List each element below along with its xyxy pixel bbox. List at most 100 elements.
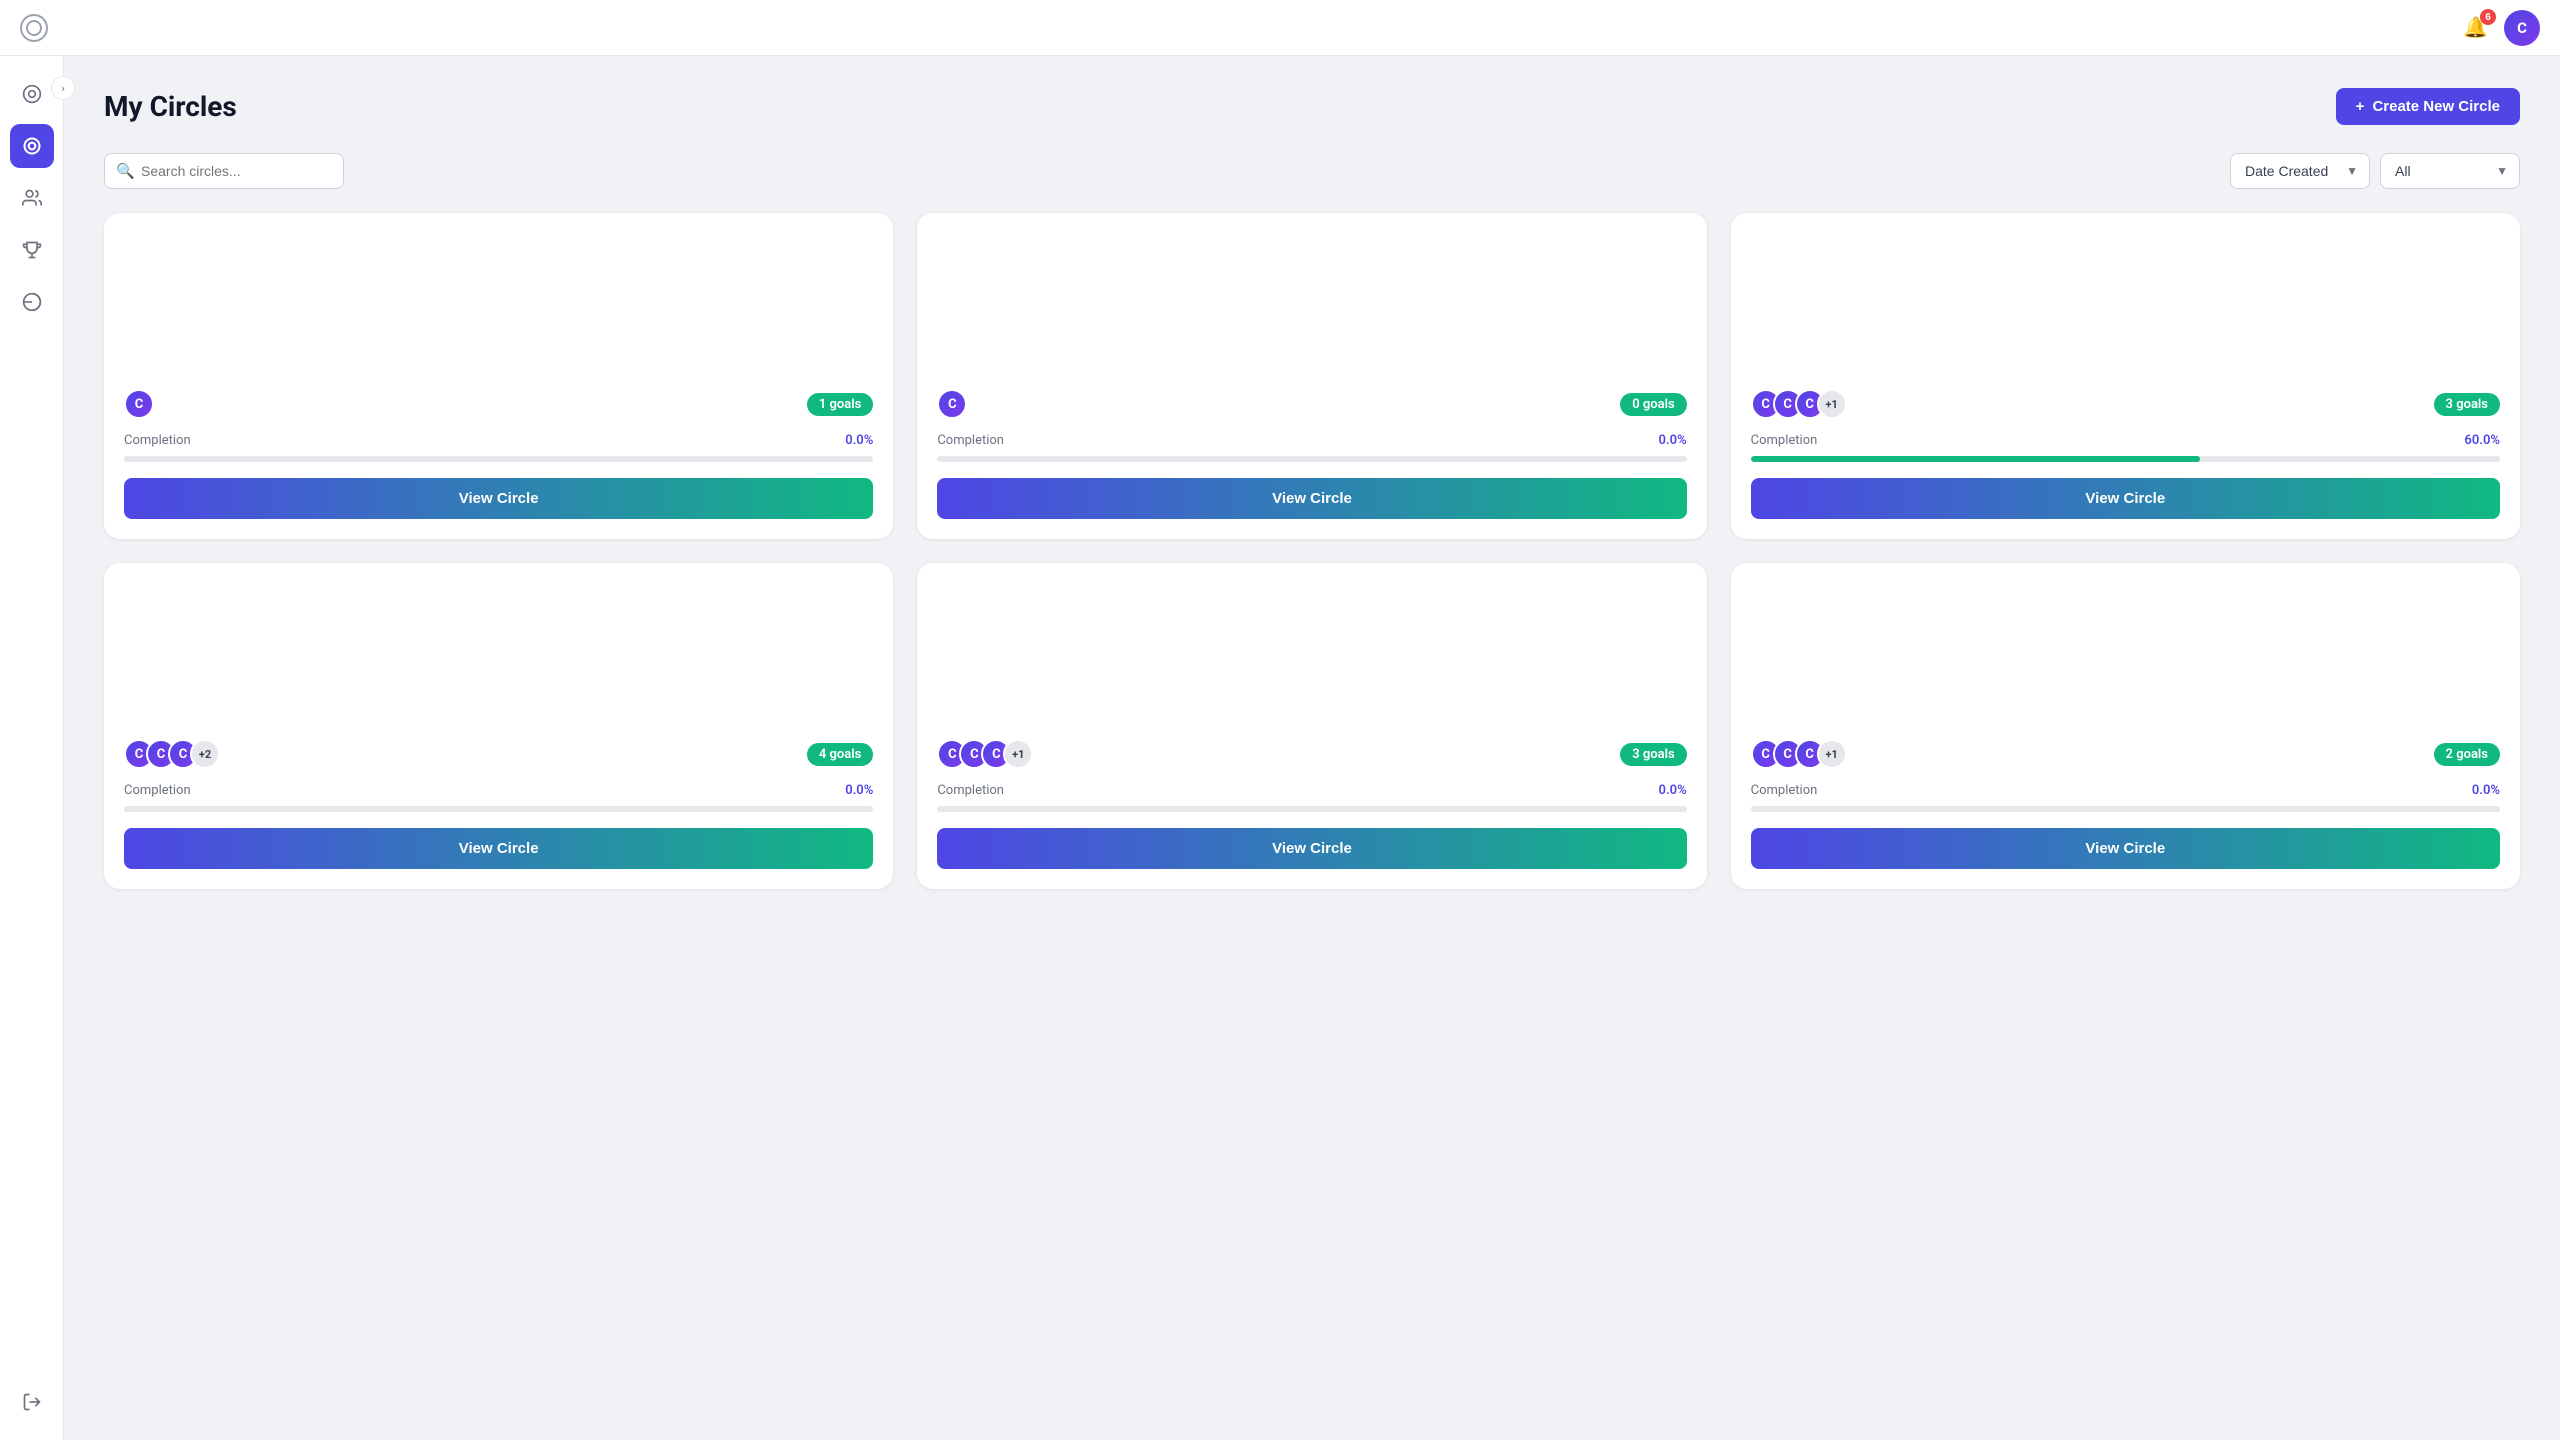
circle-card: ⋮ Electronics Assembly Team First shift … [1731, 563, 2520, 889]
view-circle-button[interactable]: View Circle [937, 828, 1686, 869]
completion-row: Completion 0.0% [937, 433, 1686, 448]
filter-select-wrapper: All Active Archived ▼ [2380, 153, 2520, 189]
card-body: CCC+1 3 goals Completion 60.0% View Circ… [1731, 373, 2520, 539]
completion-value: 0.0% [845, 783, 873, 798]
avatar-count: +2 [190, 739, 220, 769]
card-title: Maintenance and Repairs Te... [124, 655, 873, 679]
app-logo [20, 14, 48, 42]
card-header: ⋮ QC Team First shift quality control te… [917, 563, 1706, 723]
completion-value: 0.0% [1659, 433, 1687, 448]
search-input[interactable] [104, 153, 344, 189]
avatar: C [124, 389, 154, 419]
completion-row: Completion 0.0% [1751, 783, 2500, 798]
card-body: CCC+2 4 goals Completion 0.0% View Circl… [104, 723, 893, 889]
page-header: My Circles + Create New Circle [104, 88, 2520, 125]
goals-badge: 1 goals [807, 393, 873, 416]
card-body: C 1 goals Completion 0.0% View Circle [104, 373, 893, 539]
filter-select[interactable]: All Active Archived [2380, 153, 2520, 189]
avatars-row: C [937, 389, 967, 419]
progress-bar-background [1751, 806, 2500, 812]
topbar: 6 🔔 C [0, 0, 2560, 56]
completion-value: 0.0% [2472, 783, 2500, 798]
view-circle-button[interactable]: View Circle [1751, 478, 2500, 519]
sidebar-toggle[interactable]: › [51, 76, 75, 100]
card-title: Prototype Run [124, 305, 873, 329]
card-title: QC Team [937, 655, 1686, 679]
sidebar-item-circles[interactable] [10, 124, 54, 168]
completion-row: Completion 60.0% [1751, 433, 2500, 448]
card-meta: CCC+1 3 goals [937, 739, 1686, 769]
circle-card: ⋮ Maintenance and Repairs Te... Ensures … [104, 563, 893, 889]
avatars-row: CCC+1 [937, 739, 1033, 769]
goals-badge: 2 goals [2434, 743, 2500, 766]
card-header: ⋮ Electronics Assembly Team First shift … [1731, 563, 2520, 723]
completion-row: Completion 0.0% [124, 433, 873, 448]
filter-row: 🔍 Date Created Name Completion ▼ All Act… [104, 153, 2520, 189]
completion-label: Completion [937, 783, 1004, 798]
circle-card: ⋮ Prototype Run Prototype run of our wid… [104, 213, 893, 539]
card-description: Ensures all equipment and machinery are … [124, 685, 873, 703]
view-circle-button[interactable]: View Circle [124, 828, 873, 869]
sidebar-item-people[interactable] [10, 176, 54, 220]
card-meta: CCC+2 4 goals [124, 739, 873, 769]
card-menu-button[interactable]: ⋮ [847, 577, 879, 609]
progress-bar-fill [1751, 456, 2201, 462]
card-description: First shift electronics team located in … [1751, 685, 2500, 703]
avatars-row: C [124, 389, 154, 419]
sort-select[interactable]: Date Created Name Completion [2230, 153, 2370, 189]
create-circle-label: Create New Circle [2372, 98, 2500, 115]
search-wrapper: 🔍 [104, 153, 344, 189]
card-meta: CCC+1 3 goals [1751, 389, 2500, 419]
card-menu-button[interactable]: ⋮ [847, 227, 879, 259]
sidebar-item-export[interactable] [10, 1380, 54, 1424]
circles-grid: ⋮ Prototype Run Prototype run of our wid… [104, 213, 2520, 889]
completion-label: Completion [124, 433, 191, 448]
completion-label: Completion [1751, 433, 1818, 448]
progress-bar-background [124, 456, 873, 462]
create-circle-button[interactable]: + Create New Circle [2336, 88, 2520, 125]
notification-button[interactable]: 6 🔔 [2459, 11, 2492, 44]
view-circle-button[interactable]: View Circle [1751, 828, 2500, 869]
card-description: Prototype run of our widget for delivery… [124, 335, 873, 353]
card-description: Dedicated to ensuring a safe work enviro… [1751, 317, 2500, 353]
card-menu-button[interactable]: ⋮ [2474, 227, 2506, 259]
avatars-row: CCC+1 [1751, 739, 1847, 769]
circle-card: ⋮ 2025 Project Ideation Ideation event t… [917, 213, 1706, 539]
card-header: ⋮ 2025 Project Ideation Ideation event t… [917, 213, 1706, 373]
completion-value: 0.0% [845, 433, 873, 448]
card-menu-button[interactable]: ⋮ [1661, 577, 1693, 609]
completion-label: Completion [1751, 783, 1818, 798]
progress-bar-background [937, 456, 1686, 462]
completion-label: Completion [937, 433, 1004, 448]
card-menu-button[interactable]: ⋮ [2474, 577, 2506, 609]
user-avatar[interactable]: C [2504, 10, 2540, 46]
completion-row: Completion 0.0% [124, 783, 873, 798]
sidebar-item-target[interactable] [10, 72, 54, 116]
avatar-count: +1 [1003, 739, 1033, 769]
sidebar-item-analytics[interactable] [10, 280, 54, 324]
card-body: CCC+1 3 goals Completion 0.0% View Circl… [917, 723, 1706, 889]
completion-value: 0.0% [1659, 783, 1687, 798]
circle-card: ⋮ QC Team First shift quality control te… [917, 563, 1706, 889]
view-circle-button[interactable]: View Circle [124, 478, 873, 519]
card-title: 2025 Project Ideation [937, 305, 1686, 329]
goals-badge: 3 goals [1620, 743, 1686, 766]
circle-card: ⋮ Safety and Compliance Team Dedicated t… [1731, 213, 2520, 539]
topbar-left [20, 14, 48, 42]
progress-bar-background [937, 806, 1686, 812]
card-description: Ideation event to fill the project hoppe… [937, 335, 1686, 353]
topbar-right: 6 🔔 C [2459, 10, 2540, 46]
search-icon: 🔍 [116, 162, 135, 180]
page-title: My Circles [104, 90, 237, 123]
sort-select-wrapper: Date Created Name Completion ▼ [2230, 153, 2370, 189]
avatars-row: CCC+1 [1751, 389, 1847, 419]
card-header: ⋮ Maintenance and Repairs Te... Ensures … [104, 563, 893, 723]
sidebar-item-trophy[interactable] [10, 228, 54, 272]
notification-badge: 6 [2480, 9, 2496, 25]
avatar-count: +1 [1817, 389, 1847, 419]
view-circle-button[interactable]: View Circle [937, 478, 1686, 519]
card-header: ⋮ Safety and Compliance Team Dedicated t… [1731, 213, 2520, 373]
card-meta: C 1 goals [124, 389, 873, 419]
card-menu-button[interactable]: ⋮ [1661, 227, 1693, 259]
card-header: ⋮ Prototype Run Prototype run of our wid… [104, 213, 893, 373]
